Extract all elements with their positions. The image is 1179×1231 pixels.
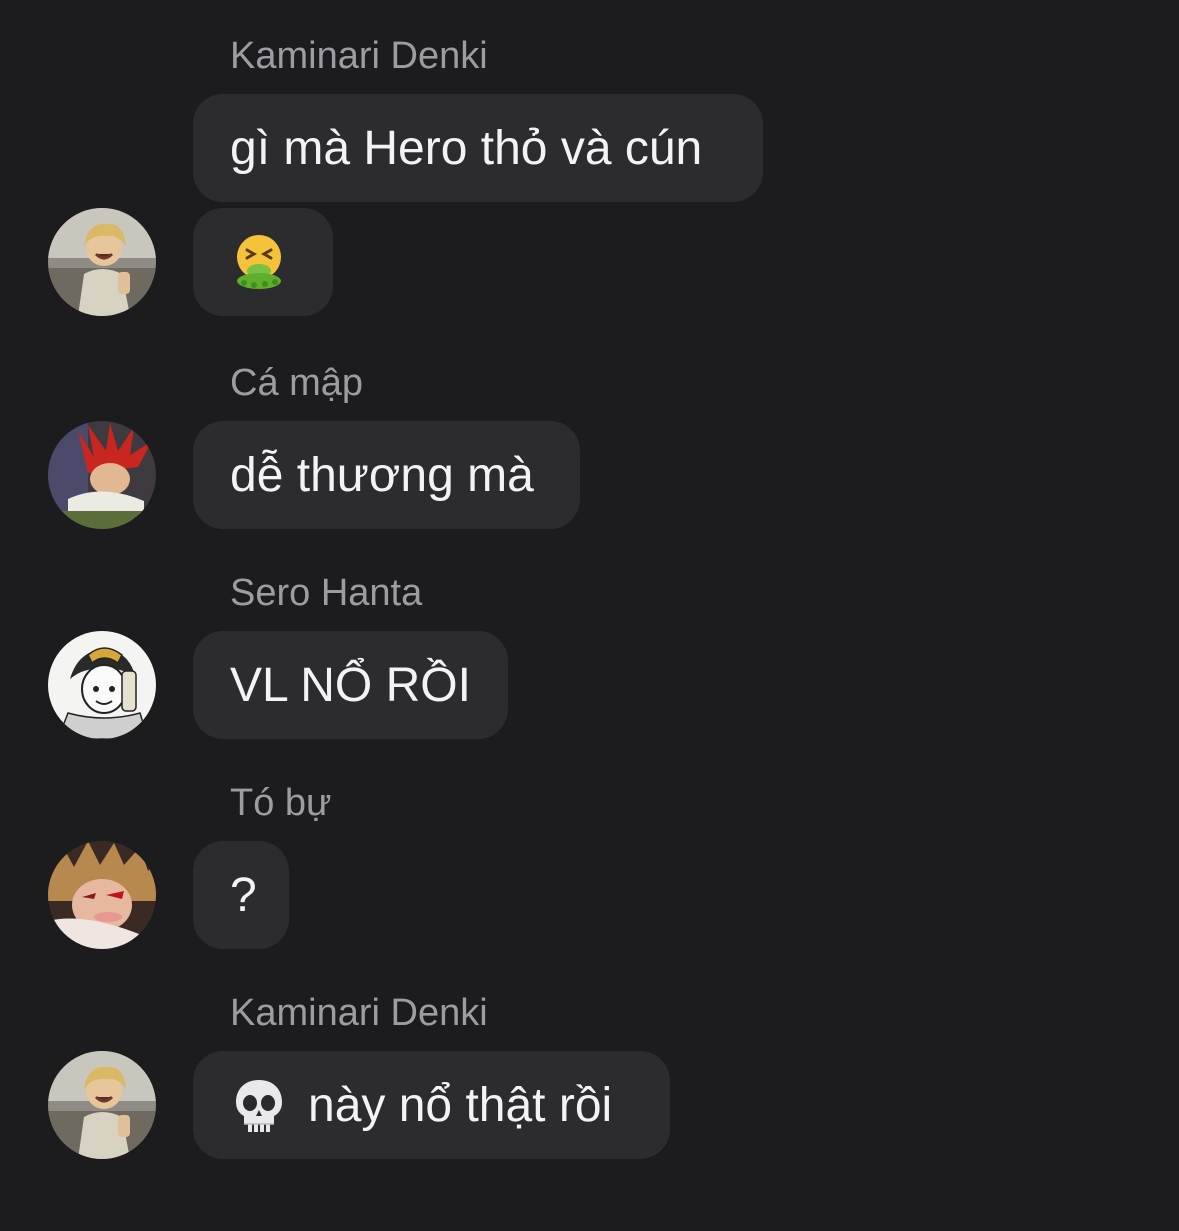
message-bubble[interactable]: này nổ thật rồi (193, 1051, 670, 1159)
sender-name: Tó bự (230, 782, 332, 824)
avatar-shark-image (48, 421, 156, 529)
skull-icon (230, 1076, 288, 1134)
avatar-bakugo-image (48, 841, 156, 949)
message-bubble[interactable]: ? (193, 841, 289, 949)
message-text: gì mà Hero thỏ và cún (230, 121, 703, 175)
avatar[interactable] (48, 1051, 156, 1159)
message-text: ? (230, 868, 257, 922)
sender-name: Cá mập (230, 362, 364, 404)
avatar[interactable] (48, 631, 156, 739)
message-text: dễ thương mà (230, 448, 534, 502)
avatar[interactable] (48, 421, 156, 529)
message-text: này nổ thật rồi (308, 1078, 613, 1132)
message-text: VL NỔ RỒI (230, 658, 471, 712)
message-bubble[interactable]: VL NỔ RỒI (193, 631, 508, 739)
vomiting-face-icon (230, 233, 288, 291)
message-bubble[interactable]: dễ thương mà (193, 421, 580, 529)
avatar-kaminari-image (48, 1051, 156, 1159)
sender-name: Kaminari Denki (230, 35, 488, 77)
avatar[interactable] (48, 841, 156, 949)
avatar-kaminari-image (48, 208, 156, 316)
message-bubble[interactable] (193, 208, 333, 316)
sender-name: Sero Hanta (230, 572, 423, 614)
message-bubble[interactable]: gì mà Hero thỏ và cún (193, 94, 763, 202)
avatar-sero-image (48, 631, 156, 739)
sender-name: Kaminari Denki (230, 992, 488, 1034)
avatar[interactable] (48, 208, 156, 316)
